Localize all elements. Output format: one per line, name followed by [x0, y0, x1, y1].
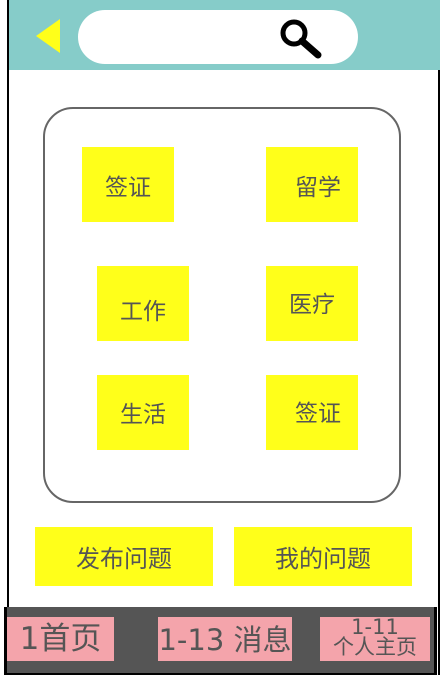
category-work-button[interactable]: 工作 [97, 266, 189, 341]
category-medical-button[interactable]: 医疗 [266, 266, 358, 341]
category-visa-2-button[interactable]: 签证 [266, 375, 358, 450]
my-questions-button[interactable]: 我的问题 [234, 527, 412, 586]
category-life-button[interactable]: 生活 [97, 375, 189, 450]
post-question-button[interactable]: 发布问题 [35, 527, 213, 586]
search-icon[interactable] [278, 18, 326, 60]
category-study-abroad-button[interactable]: 留学 [266, 147, 358, 222]
tab-profile[interactable]: 1-11 个人主页 [320, 617, 430, 661]
tab-profile-label: 个人主页 [333, 635, 417, 659]
back-arrow-icon[interactable] [36, 19, 60, 53]
tab-home[interactable]: 1首页 [7, 617, 114, 661]
tab-profile-id: 1-11 [351, 617, 399, 639]
tab-messages[interactable]: 1-13 消息 [158, 617, 292, 661]
category-visa-button[interactable]: 签证 [82, 147, 174, 222]
